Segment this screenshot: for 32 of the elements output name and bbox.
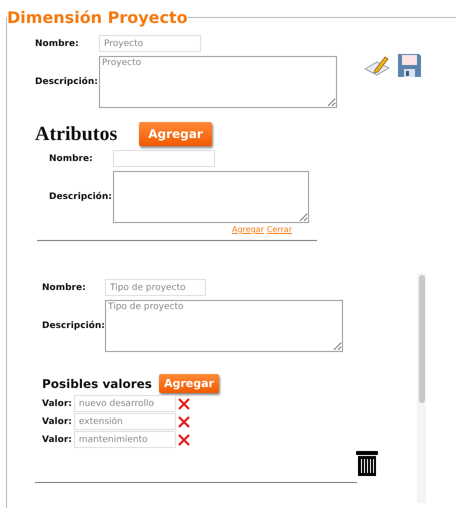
delete-icon[interactable] <box>178 416 190 428</box>
delete-icon[interactable] <box>178 434 190 446</box>
field-label: Valor: <box>42 434 72 444</box>
save-icon[interactable] <box>397 53 422 78</box>
add-button[interactable]: Agregar <box>139 122 212 146</box>
trash-icon[interactable] <box>355 450 379 476</box>
field-label: Nombre: <box>42 282 86 292</box>
field-label: Valor: <box>42 416 72 426</box>
description-field[interactable] <box>113 171 309 223</box>
field-label: Valor: <box>42 398 72 408</box>
field-label: Nombre: <box>35 38 79 48</box>
field-label: Descripción: <box>42 321 105 331</box>
delete-icon[interactable] <box>178 398 190 410</box>
name-field[interactable]: Tipo de proyecto <box>105 279 206 296</box>
value-field[interactable]: mantenimiento <box>74 431 176 448</box>
edit-icon[interactable] <box>363 54 391 78</box>
link[interactable]: Agregar <box>232 225 264 234</box>
name-field[interactable] <box>113 150 215 167</box>
field-label: Descripción: <box>35 77 98 87</box>
description-field[interactable]: Proyecto <box>99 56 337 108</box>
field-label: Nombre: <box>49 154 93 164</box>
link[interactable]: Cerrar <box>266 225 292 234</box>
field-label: Descripción: <box>49 192 112 202</box>
panel-title: Dimensión Proyecto <box>7 9 188 27</box>
value-field[interactable]: extensión <box>74 413 176 430</box>
section-heading: Posibles valores <box>42 376 152 390</box>
scrollbar[interactable] <box>417 273 426 503</box>
add-button[interactable]: Agregar <box>158 374 219 393</box>
section-heading: Atributos <box>35 122 118 146</box>
value-field[interactable]: nuevo desarrollo <box>74 395 176 412</box>
name-field[interactable]: Proyecto <box>99 35 201 52</box>
description-field[interactable]: Tipo de proyecto <box>105 300 343 352</box>
